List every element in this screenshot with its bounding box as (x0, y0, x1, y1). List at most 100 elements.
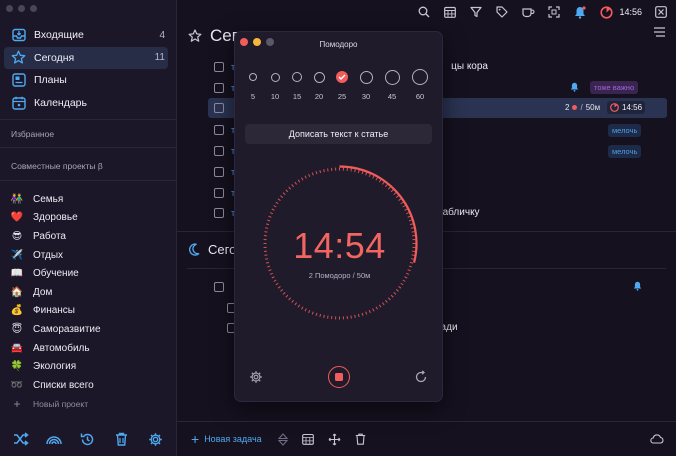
project-item[interactable]: 😇 Саморазвитие (10, 320, 168, 339)
sidebar-item-label: Сегодня (34, 51, 75, 64)
pomodoro-count: 2 (565, 103, 570, 112)
bell-icon (570, 82, 579, 92)
task-checkbox[interactable] (214, 82, 224, 93)
task-checkbox[interactable] (214, 166, 224, 177)
new-project-label: Новый проект (33, 398, 89, 409)
new-project-button[interactable]: + Новый проект (10, 395, 168, 414)
tag-minor[interactable]: мелочь (608, 145, 642, 158)
task-checkbox[interactable] (214, 281, 224, 292)
duration-option-20[interactable]: 20 (307, 69, 331, 101)
sidebar-item-calendar[interactable]: Календарь (4, 92, 168, 114)
task-timer-badge[interactable]: 14:56 (607, 101, 646, 114)
bell-icon[interactable] (573, 5, 587, 19)
task-checkbox[interactable] (214, 124, 224, 135)
rainbow-icon[interactable] (45, 430, 63, 448)
clover-icon: 🍀 (10, 361, 24, 373)
task-checkbox[interactable] (214, 145, 224, 156)
inbox-icon (11, 28, 26, 43)
tag-minor[interactable]: мелочь (608, 124, 642, 137)
sidebar-toolbar (0, 422, 176, 456)
project-item[interactable]: 👫 Семья (10, 190, 168, 209)
stop-button[interactable] (327, 366, 350, 388)
timer-readout[interactable]: 14:56 (619, 7, 642, 17)
loop-icon: ➿ (10, 379, 24, 391)
trash-icon[interactable] (355, 433, 366, 445)
project-label: Саморазвитие (33, 323, 101, 335)
shuffle-icon[interactable] (12, 430, 30, 448)
task-text: табличку (438, 207, 480, 218)
duration-label: 30 (361, 92, 371, 101)
duration-circle-icon (359, 70, 373, 84)
trash-icon[interactable] (113, 430, 131, 448)
sidebar-item-plans[interactable]: Планы (4, 69, 168, 91)
priority-icon[interactable] (277, 432, 288, 446)
sidebar-item-label: Входящие (34, 29, 84, 41)
project-item[interactable]: 🏠 Дом (10, 283, 168, 302)
pomodoro-controls (249, 365, 428, 389)
duration-option-10[interactable]: 10 (263, 69, 287, 101)
task-title-button[interactable]: Дописать текст к статье (245, 124, 432, 144)
duration-option-45[interactable]: 45 (380, 69, 404, 101)
settings-icon[interactable] (146, 430, 164, 448)
task-checkbox[interactable] (214, 207, 224, 218)
sidebar-item-count: 11 (154, 52, 165, 63)
duration-circle-icon (384, 69, 400, 85)
sunglasses-icon: 😎 (11, 230, 23, 242)
duration-option-15[interactable]: 15 (285, 69, 309, 101)
duration-option-60[interactable]: 60 (408, 69, 432, 101)
favorites-label[interactable]: Избранное (11, 129, 54, 139)
sidebar-item-today[interactable]: Сегодня 11 (4, 46, 168, 69)
duration-option-25[interactable]: 25 (330, 69, 354, 101)
project-item[interactable]: 🚘 Автомобиль (10, 339, 168, 358)
project-item[interactable]: ❤️ Здоровье (10, 209, 168, 228)
task-checkbox[interactable] (214, 103, 224, 113)
search-icon[interactable] (417, 5, 431, 19)
duration-option-30[interactable]: 30 (354, 69, 378, 101)
sidebar: Входящие 4 Сегодня 11 Планы Календарь Из… (0, 0, 177, 456)
duration-label: 20 (314, 92, 324, 101)
close-window-button[interactable] (6, 5, 13, 12)
project-label: Обучение (33, 268, 79, 280)
duration-option-5[interactable]: 5 (241, 69, 265, 101)
tomato-icon (572, 105, 578, 110)
history-icon[interactable] (79, 430, 97, 448)
task-checkbox[interactable] (214, 187, 224, 198)
project-item[interactable]: ➿ Списки всего (10, 376, 168, 395)
settings-icon[interactable] (249, 370, 263, 384)
duration-circle-icon (292, 72, 302, 82)
project-item[interactable]: 📖 Обучение (10, 264, 168, 283)
timer-subtitle: 2 Помодоро / 50м (308, 271, 371, 280)
calendar-grid-icon[interactable] (443, 5, 457, 19)
menu-icon[interactable] (654, 27, 665, 37)
tag-icon[interactable] (495, 5, 509, 19)
sidebar-item-inbox[interactable]: Входящие 4 (4, 24, 168, 46)
reset-icon[interactable] (414, 370, 428, 384)
screenshot-icon[interactable] (547, 5, 561, 19)
project-item[interactable]: 🍀 Экология (10, 357, 168, 376)
project-item[interactable]: ✈️ Отдых (10, 246, 168, 265)
task-checkbox[interactable] (214, 61, 224, 72)
project-item[interactable]: 😎 Работа (10, 227, 168, 246)
duration-label: 60 (415, 92, 425, 101)
close-square-icon[interactable] (654, 5, 668, 19)
cloud-icon[interactable] (650, 434, 664, 444)
moon-icon (189, 243, 200, 256)
project-item[interactable]: 💰 Финансы (10, 302, 168, 321)
shared-projects-label[interactable]: Совместные проекты β (11, 161, 103, 171)
pomodoro-meta: 2 / 50м (565, 103, 601, 112)
minimize-window-button[interactable] (18, 5, 25, 12)
duration-selected-icon (336, 71, 348, 83)
move-icon[interactable] (328, 433, 341, 446)
heart-icon: ❤️ (10, 212, 24, 224)
star-outline-icon (188, 29, 202, 42)
calendar-grid-icon[interactable] (301, 433, 314, 445)
money-bag-icon: 💰 (10, 305, 24, 317)
coffee-cup-icon[interactable] (521, 5, 535, 19)
filter-icon[interactable] (469, 5, 483, 19)
new-task-button[interactable]: + Новая задача (191, 432, 262, 446)
zoom-window-button[interactable] (30, 5, 37, 12)
pomodoro-timer-icon[interactable] (599, 5, 613, 19)
tag-important[interactable]: тоже важно (590, 81, 639, 94)
car-icon: 🚘 (10, 342, 24, 354)
stop-icon (334, 373, 343, 381)
